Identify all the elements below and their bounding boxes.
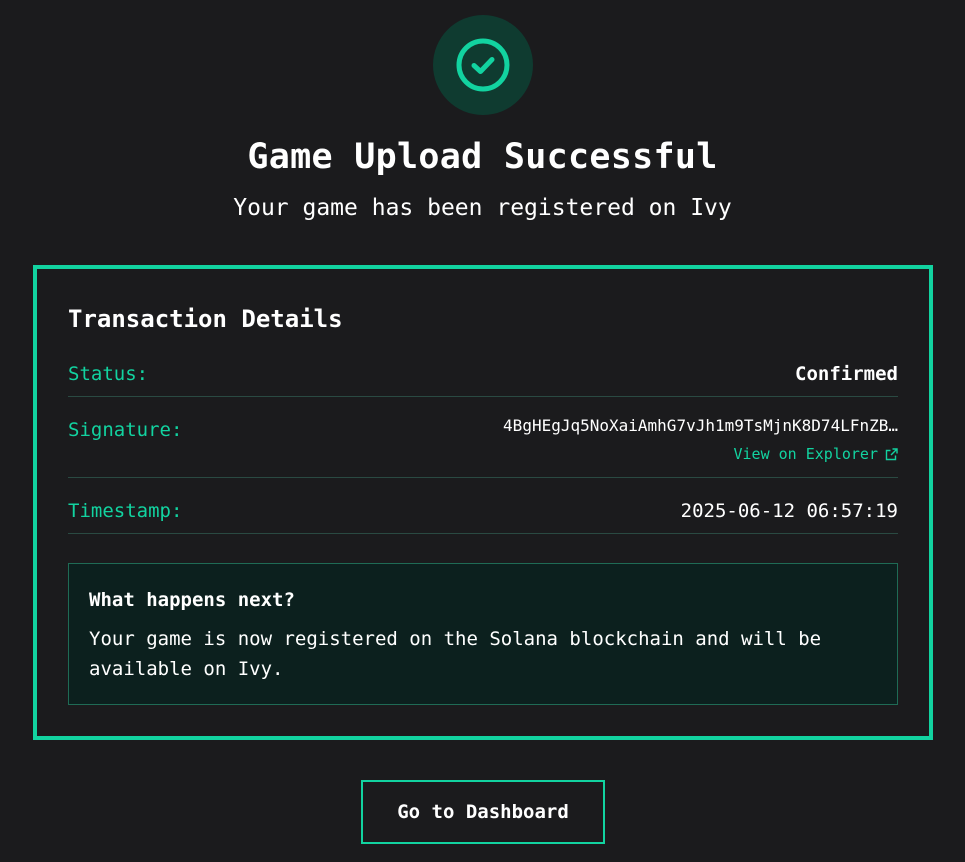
timestamp-label: Timestamp:	[68, 500, 183, 522]
check-circle-icon	[456, 38, 510, 92]
timestamp-value: 2025-06-12 06:57:19	[680, 500, 898, 522]
view-on-explorer-link[interactable]: View on Explorer	[734, 443, 899, 465]
explorer-link-label: View on Explorer	[733, 445, 879, 463]
divider	[68, 396, 898, 397]
next-steps-title: What happens next?	[89, 589, 295, 611]
divider	[68, 533, 898, 534]
next-steps-body: Your game is now registered on the Solan…	[89, 628, 822, 680]
signature-value: 4BgHEgJq5NoXaiAmhG7vJh1m9TsMjnK8D74LFnZB…	[503, 416, 898, 435]
status-value: Confirmed	[795, 363, 898, 385]
transaction-details-card: Transaction Details Status: Confirmed Si…	[33, 265, 933, 740]
signature-label: Signature:	[68, 419, 183, 441]
go-to-dashboard-button[interactable]: Go to Dashboard	[361, 780, 605, 844]
external-link-icon	[885, 447, 898, 460]
divider	[68, 477, 898, 478]
page-subtitle: Your game has been registered on Ivy	[233, 195, 732, 221]
success-badge	[433, 15, 533, 115]
card-title: Transaction Details	[68, 305, 343, 333]
status-label: Status:	[68, 363, 149, 385]
page-title: Game Upload Successful	[247, 137, 718, 177]
next-steps-box: What happens next? Your game is now regi…	[68, 563, 898, 705]
